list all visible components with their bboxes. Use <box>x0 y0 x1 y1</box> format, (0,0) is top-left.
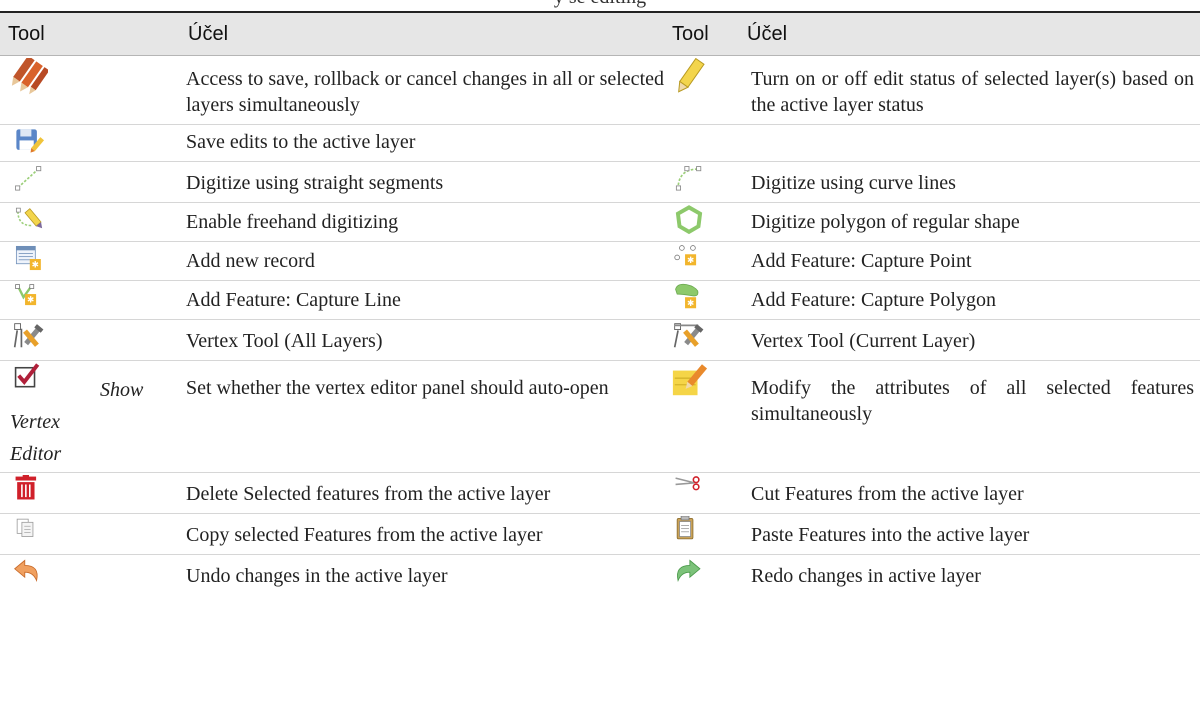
tool-cell: Show Vertex Editor <box>0 360 180 473</box>
straight-segments-icon <box>15 166 42 191</box>
purpose-cell: Enable freehand digitizing <box>180 202 670 242</box>
regular-polygon-icon <box>675 205 703 235</box>
purpose-cell: Undo changes in the active layer <box>186 565 448 587</box>
purpose-cell: Redo changes in active layer <box>751 565 981 587</box>
capture-point-icon: ✱ <box>674 245 697 266</box>
header-purpose-2: Účel <box>745 13 1200 56</box>
curve-lines-icon <box>675 166 702 191</box>
purpose-cell: Add Feature: Capture Line <box>180 280 670 320</box>
pencils-icon <box>11 58 48 95</box>
save-edits-icon <box>16 129 45 153</box>
purpose-cell: Vertex Tool (Current Layer) <box>745 319 1200 361</box>
undo-icon <box>14 559 38 583</box>
show-vertex-editor-label-3: Editor <box>10 443 62 465</box>
tool-cell: ✱ <box>670 280 745 320</box>
tool-cell: ✱ <box>670 241 745 281</box>
caption-text: y se editing <box>0 0 1200 9</box>
purpose-cell: Set whether the vertex editor panel shou… <box>180 360 670 473</box>
tool-cell <box>670 202 745 242</box>
tool-cell <box>0 55 180 125</box>
modify-attributes-icon <box>672 364 708 396</box>
tool-cell <box>670 472 745 514</box>
tool-cell <box>670 55 745 125</box>
tool-cell <box>670 360 745 473</box>
purpose-cell: Copy selected Features from the active l… <box>180 513 670 555</box>
new-record-icon: ✱ <box>15 245 41 271</box>
purpose-cell: Cut Features from the active layer <box>745 472 1200 514</box>
pencil-icon <box>678 58 705 93</box>
tool-cell <box>0 319 180 361</box>
svg-text:✱: ✱ <box>32 261 39 271</box>
table-row: Delete Selected features from the active… <box>0 472 1200 514</box>
checkbox-icon <box>14 363 40 388</box>
purpose-cell: Access to save, rollback or cancel chang… <box>180 55 670 125</box>
freehand-icon <box>15 207 43 229</box>
table-row: Vertex Tool (All Layers) Vertex Tool (Cu… <box>0 319 1200 361</box>
tool-cell <box>0 161 180 203</box>
purpose-cell: Add Feature: Capture Polygon <box>745 280 1200 320</box>
tool-cell <box>0 124 180 162</box>
svg-text:✱: ✱ <box>687 256 694 266</box>
purpose-cell: Paste Features into the active layer <box>745 513 1200 555</box>
purpose-cell <box>745 124 1200 162</box>
vertex-tool-current-icon <box>673 323 704 348</box>
tool-cell <box>670 319 745 361</box>
table-row: ✱ Add Feature: Capture Line ✱ Add Featur… <box>0 280 1200 320</box>
table-row: Show Vertex Editor Set whether the verte… <box>0 360 1200 473</box>
purpose-cell: Save edits to the active layer <box>180 124 670 162</box>
delete-icon <box>15 475 37 500</box>
tool-cell <box>670 161 745 203</box>
capture-polygon-icon: ✱ <box>675 283 699 309</box>
svg-text:✱: ✱ <box>687 299 694 309</box>
purpose-cell: Add Feature: Capture Point <box>745 241 1200 281</box>
tool-cell <box>0 202 180 242</box>
tool-cell <box>670 124 745 162</box>
table-row: Copy selected Features from the active l… <box>0 513 1200 555</box>
table-row: ✱ Add new record ✱ Add Feature: Capture … <box>0 241 1200 281</box>
vertex-tool-all-icon <box>13 323 44 348</box>
tool-cell <box>0 472 180 514</box>
tool-cell <box>670 513 745 555</box>
purpose-cell: Vertex Tool (All Layers) <box>180 319 670 361</box>
tool-cell <box>0 555 180 596</box>
header-tool-2: Tool <box>670 13 745 56</box>
table-row: Digitize using straight segments Digitiz… <box>0 161 1200 203</box>
paste-icon <box>676 516 694 540</box>
purpose-cell: Digitize using curve lines <box>745 161 1200 203</box>
table-row: Undo changes in the active layer Redo ch… <box>0 555 1200 596</box>
header-tool: Tool <box>0 13 180 56</box>
capture-line-icon: ✱ <box>15 284 37 306</box>
purpose-cell: Add new record <box>180 241 670 281</box>
svg-text:✱: ✱ <box>27 296 34 306</box>
cut-icon <box>675 476 700 491</box>
purpose-cell: Modify the attributes of all selected fe… <box>745 360 1200 473</box>
show-vertex-editor-label-1: Show <box>100 379 144 401</box>
table-header-row: Tool Účel Tool Účel <box>0 13 1200 56</box>
purpose-cell: Digitize using straight segments <box>180 161 670 203</box>
table-caption: y se editing <box>0 0 1200 10</box>
table-row: Access to save, rollback or cancel chang… <box>0 55 1200 125</box>
purpose-cell: Delete Selected features from the active… <box>180 472 670 514</box>
table-row: Save edits to the active layer <box>0 124 1200 162</box>
tool-cell: ✱ <box>0 280 180 320</box>
purpose-cell: Turn on or off edit status of selected l… <box>745 55 1200 125</box>
tool-cell <box>0 513 180 555</box>
purpose-cell: Digitize polygon of regular shape <box>745 202 1200 242</box>
show-vertex-editor-label-2: Vertex <box>10 411 60 433</box>
redo-icon <box>677 559 701 583</box>
tool-cell <box>670 555 745 596</box>
copy-icon <box>16 518 34 537</box>
header-purpose: Účel <box>180 13 670 56</box>
table-row: Enable freehand digitizing Digitize poly… <box>0 202 1200 242</box>
editing-tools-table: Tool Účel Tool Účel Access to save, roll… <box>0 13 1200 595</box>
tool-cell: ✱ <box>0 241 180 281</box>
